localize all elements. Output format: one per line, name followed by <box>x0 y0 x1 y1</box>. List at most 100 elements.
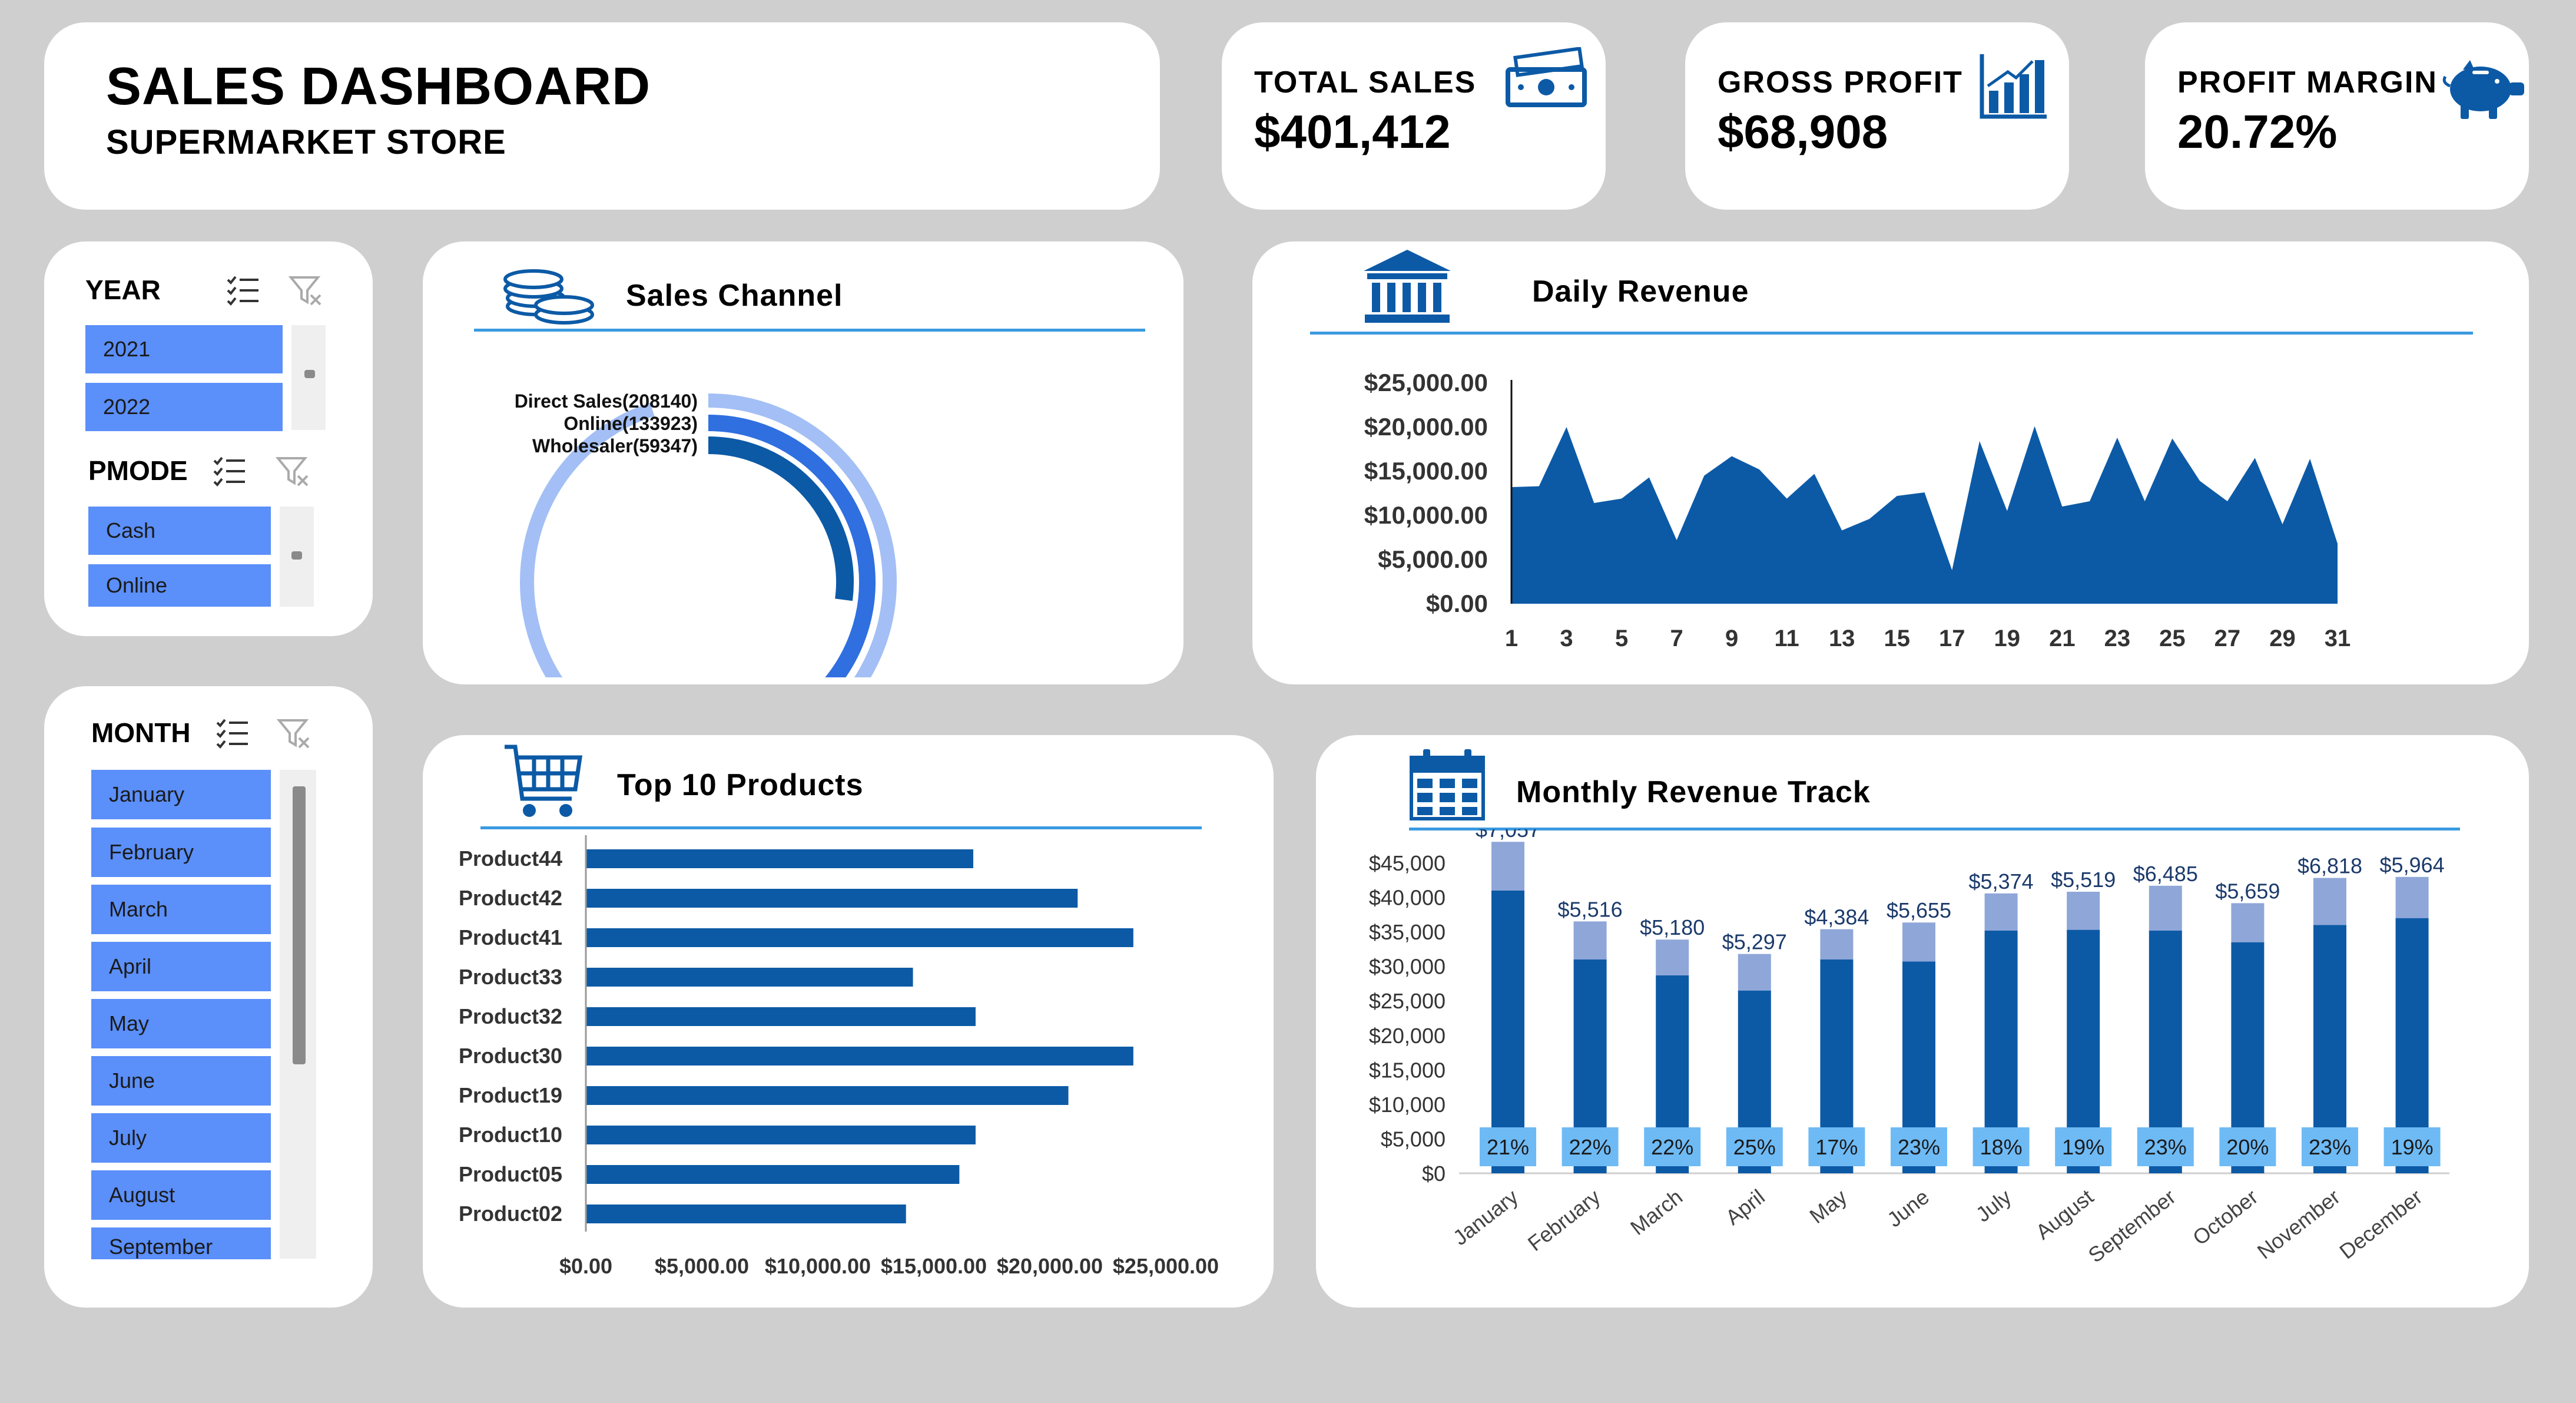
kpi-value: $401,412 <box>1254 105 1451 158</box>
product-label: Product33 <box>459 965 562 989</box>
pmode-scrollbar[interactable] <box>280 507 314 607</box>
product-label: Product02 <box>459 1202 562 1226</box>
month-tick-label: February <box>1523 1184 1605 1256</box>
slicer-item-2021[interactable]: 2021 <box>85 325 283 373</box>
product-bar <box>586 1126 976 1144</box>
kpi-value: $68,908 <box>1718 105 1888 158</box>
margin-label: 25% <box>1733 1135 1776 1159</box>
profit-data-label: $6,818 <box>2297 854 2362 878</box>
clear-filter-icon[interactable] <box>276 455 311 488</box>
y-tick-label: $45,000 <box>1369 851 1446 875</box>
month-slicer-title: MONTH <box>91 717 191 748</box>
slicer-item-january[interactable]: January <box>91 770 271 819</box>
profit-data-label: $5,516 <box>1558 897 1623 921</box>
y-tick-label: $0.00 <box>1426 590 1488 617</box>
y-tick-label: $30,000 <box>1369 955 1446 979</box>
product-bar <box>586 849 973 868</box>
month-tick-label: September <box>2084 1184 2180 1268</box>
x-tick-label: 9 <box>1725 626 1738 651</box>
product-bar <box>586 1047 1133 1066</box>
daily-revenue-panel: Daily Revenue $0.00 $5,000.00 $10,000.00 $1… <box>1252 241 2529 684</box>
slicer-item-february[interactable]: February <box>91 828 271 877</box>
sales-channel-chart: Direct Sales(208140)Online(133923)Wholes… <box>515 391 897 677</box>
month-scrollbar[interactable] <box>280 770 316 1259</box>
top-products-chart: Product44 Product42 Product41 Product33 Prod… <box>459 835 1219 1278</box>
x-tick-label: $5,000.00 <box>655 1254 749 1278</box>
slicer-card-month: MONTH January February March April May J… <box>44 686 373 1308</box>
y-tick-label: $20,000 <box>1369 1024 1446 1048</box>
month-tick-label: October <box>2188 1184 2262 1250</box>
margin-label: 18% <box>1980 1135 2023 1159</box>
profit-data-label: $5,964 <box>2380 853 2445 877</box>
x-tick-label: 27 <box>2214 626 2241 651</box>
y-tick-label: $10,000.00 <box>1364 501 1488 529</box>
y-tick-label: $5,000.00 <box>1378 545 1488 573</box>
product-bar <box>586 928 1133 947</box>
profit-bar <box>1573 921 1607 959</box>
profit-data-label: $5,659 <box>2215 879 2280 903</box>
slicer-item-online[interactable]: Online <box>88 564 271 607</box>
slicer-item-april[interactable]: April <box>91 942 271 991</box>
scrollbar-thumb[interactable] <box>291 551 302 560</box>
profit-data-label: $7,057 <box>1476 829 1540 842</box>
slicer-item-cash[interactable]: Cash <box>88 507 271 555</box>
top-products-title: Top 10 Products <box>617 768 864 802</box>
dashboard-title: SALES DASHBOARD <box>106 57 651 116</box>
slicer-item-may[interactable]: May <box>91 999 271 1048</box>
radial-bar-label: Wholesaler(59347) <box>532 435 698 456</box>
slicer-item-june[interactable]: June <box>91 1056 271 1106</box>
header-card: SALES DASHBOARD SUPERMARKET STORE <box>44 22 1160 210</box>
money-icon <box>1506 47 1587 107</box>
clear-filter-icon[interactable] <box>289 274 324 307</box>
title-divider <box>474 329 1145 332</box>
profit-bar <box>1902 922 1935 962</box>
multi-select-icon[interactable] <box>226 274 261 307</box>
product-bar <box>586 889 1078 908</box>
x-tick-label: 5 <box>1615 626 1628 651</box>
kpi-gross-profit: GROSS PROFIT $68,908 <box>1685 22 2069 210</box>
x-tick-label: $20,000.00 <box>997 1254 1103 1278</box>
x-tick-label: 11 <box>1775 626 1799 651</box>
x-tick-label: 3 <box>1560 626 1573 651</box>
title-divider <box>1310 332 2473 335</box>
slicer-item-september[interactable]: September <box>91 1227 271 1259</box>
pmode-slicer-title: PMODE <box>88 455 188 486</box>
x-tick-label: 19 <box>1994 626 2021 651</box>
multi-select-icon[interactable] <box>215 717 250 750</box>
profit-data-label: $5,374 <box>1969 869 2034 894</box>
calendar-icon <box>1410 749 1485 820</box>
kpi-total-sales: TOTAL SALES $401,412 <box>1222 22 1606 210</box>
x-tick-label: 7 <box>1670 626 1683 651</box>
margin-label: 23% <box>1898 1135 1940 1159</box>
kpi-label: GROSS PROFIT <box>1718 65 1963 100</box>
monthly-revenue-panel: Monthly Revenue Track $0 $5,000 $10,000 $15… <box>1316 735 2529 1308</box>
slicer-item-2022[interactable]: 2022 <box>85 383 283 431</box>
y-tick-label: $15,000.00 <box>1364 457 1488 485</box>
multi-select-icon[interactable] <box>212 455 247 488</box>
product-label: Product05 <box>459 1162 562 1186</box>
x-tick-label: 29 <box>2269 626 2296 651</box>
clear-filter-icon[interactable] <box>277 717 312 750</box>
profit-bar <box>1656 939 1689 975</box>
scrollbar-thumb[interactable] <box>293 786 306 1064</box>
product-bar <box>586 968 913 987</box>
y-tick-label: $25,000 <box>1369 989 1446 1013</box>
radial-bar <box>708 415 876 677</box>
kpi-label: PROFIT MARGIN <box>2177 65 2438 100</box>
profit-data-label: $5,655 <box>1887 898 1951 922</box>
product-bar <box>586 1086 1069 1105</box>
profit-data-label: $5,297 <box>1722 930 1787 954</box>
month-tick-label: May <box>1805 1184 1851 1228</box>
slicer-item-july[interactable]: July <box>91 1113 271 1163</box>
month-tick-label: August <box>2031 1184 2098 1244</box>
month-tick-label: March <box>1626 1184 1687 1240</box>
product-label: Product44 <box>459 846 562 871</box>
product-bar <box>586 1007 976 1026</box>
slicer-item-august[interactable]: August <box>91 1170 271 1220</box>
product-bar <box>586 1165 960 1184</box>
margin-label: 23% <box>2309 1135 2351 1159</box>
x-tick-label: 13 <box>1829 626 1855 651</box>
year-scrollbar[interactable] <box>291 325 326 430</box>
scrollbar-thumb[interactable] <box>304 370 315 378</box>
slicer-item-march[interactable]: March <box>91 885 271 934</box>
